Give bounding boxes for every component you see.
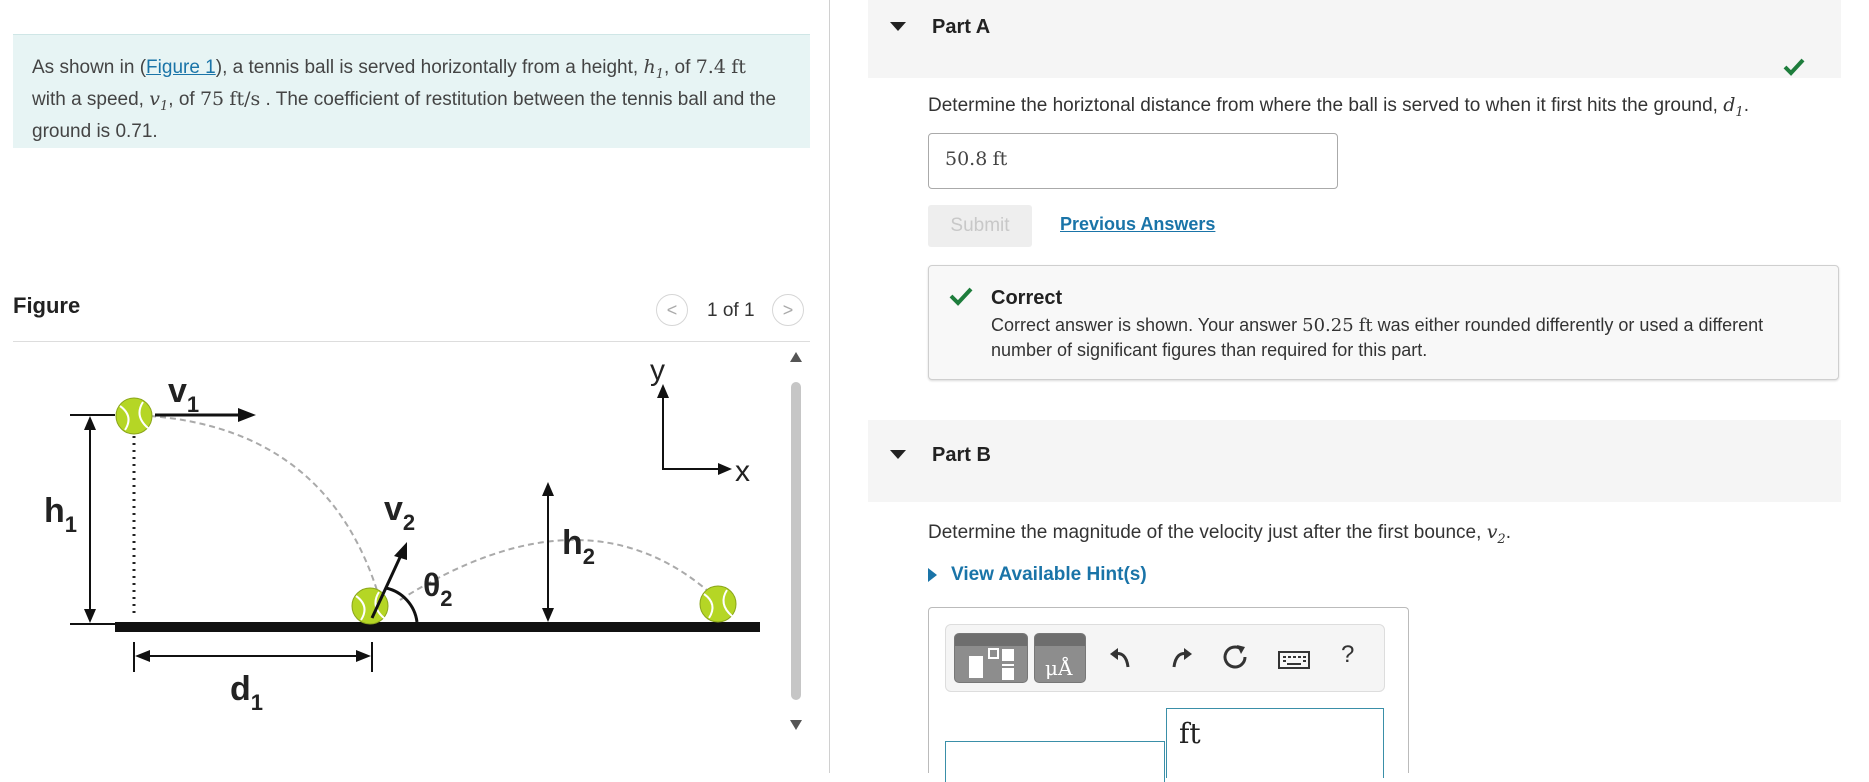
h2-label: h2 <box>562 524 595 569</box>
tennis-ball-1 <box>115 397 153 435</box>
checkmark-icon <box>949 287 973 306</box>
trajectory-1 <box>149 415 381 601</box>
answer-unit: ft <box>992 148 1008 170</box>
figure-heading: Figure <box>13 293 81 318</box>
unit-value: ft <box>1179 717 1201 750</box>
part-a-title: Part A <box>932 16 991 38</box>
figure-link[interactable]: Figure 1 <box>146 57 216 78</box>
previous-answers-link[interactable]: Previous Answers <box>1060 214 1215 235</box>
units-button[interactable]: μÅ <box>1034 633 1086 683</box>
submit-button[interactable]: Submit <box>928 205 1032 247</box>
tennis-figure: h1 v1 v2 θ2 h2 d1 y x <box>44 354 760 715</box>
templates-button[interactable] <box>954 633 1028 683</box>
caret-down-icon <box>890 22 906 31</box>
keyboard-icon[interactable] <box>1278 651 1310 669</box>
part-b-value-input[interactable] <box>945 741 1165 782</box>
scroll-up-icon[interactable] <box>790 352 802 362</box>
caret-right-icon <box>928 568 937 582</box>
part-b-unit-input[interactable]: ft <box>1166 708 1384 778</box>
view-hints-toggle[interactable]: View Available Hint(s) <box>928 564 1147 586</box>
feedback-text: Correct answer is shown. Your answer 50.… <box>991 315 1764 360</box>
h1-label: h1 <box>44 492 77 537</box>
y-axis-label: y <box>650 354 665 387</box>
tennis-ball-3 <box>699 585 737 623</box>
part-b-title: Part B <box>932 444 991 466</box>
h1-unit: ft <box>731 56 746 78</box>
part-b-answer-panel: μÅ ? ft <box>928 607 1409 782</box>
caret-down-icon <box>890 450 906 459</box>
v1-value: 75 <box>199 87 225 110</box>
v2-label: v2 <box>384 490 415 535</box>
figure-counter: 1 of 1 <box>707 300 755 321</box>
redo-icon[interactable] <box>1168 645 1194 671</box>
help-icon[interactable]: ? <box>1341 641 1354 669</box>
templates-icon <box>969 648 1014 680</box>
ground-line <box>115 622 760 632</box>
chevron-right-icon: > <box>782 299 794 320</box>
h1-value: 7.4 <box>695 56 726 78</box>
problem-text: with a speed, <box>32 88 150 110</box>
h1-symbol: h1 <box>643 56 664 82</box>
math-toolbar: μÅ ? <box>945 624 1385 692</box>
undo-icon[interactable] <box>1108 645 1134 671</box>
part-a-question: Determine the horiztonal distance from w… <box>928 94 1749 120</box>
part-a-header[interactable]: Part A <box>868 0 1841 78</box>
next-figure-button[interactable]: > <box>772 294 804 326</box>
problem-text: As shown in ( <box>32 57 147 78</box>
scroll-thumb[interactable] <box>791 382 801 700</box>
feedback-box: Correct Correct answer is shown. Your an… <box>928 265 1839 380</box>
figure-scrollbar[interactable] <box>790 352 802 732</box>
part-b-header[interactable]: Part B <box>868 420 1841 502</box>
chevron-left-icon: < <box>666 299 678 320</box>
prev-figure-button[interactable]: < <box>656 294 688 326</box>
v1-label: v1 <box>168 372 199 417</box>
problem-statement: As shown in (Figure 1), a tennis ball is… <box>13 34 810 148</box>
units-icon: μÅ <box>1045 656 1073 680</box>
problem-pane: As shown in (Figure 1), a tennis ball is… <box>0 0 830 773</box>
part-a-answer-field[interactable]: 50.8 ft <box>928 133 1338 189</box>
v1-unit: ft/s <box>229 87 261 110</box>
v1-symbol: v1 <box>149 87 169 114</box>
checkmark-icon <box>1783 58 1805 76</box>
problem-text: , of <box>168 88 200 110</box>
problem-text: , of <box>664 57 696 78</box>
feedback-title: Correct <box>991 287 1063 309</box>
problem-text: ), a tennis ball is served horizontally … <box>215 57 644 78</box>
answer-value: 50.8 <box>945 148 988 170</box>
hints-label: View Available Hint(s) <box>951 564 1147 585</box>
part-b-question: Determine the magnitude of the velocity … <box>928 521 1511 547</box>
scroll-down-icon[interactable] <box>790 720 802 730</box>
pane-divider[interactable] <box>829 0 830 773</box>
d1-label: d1 <box>230 670 263 715</box>
x-axis-label: x <box>735 455 750 488</box>
figure-divider <box>13 341 810 342</box>
reset-icon[interactable] <box>1221 643 1249 671</box>
